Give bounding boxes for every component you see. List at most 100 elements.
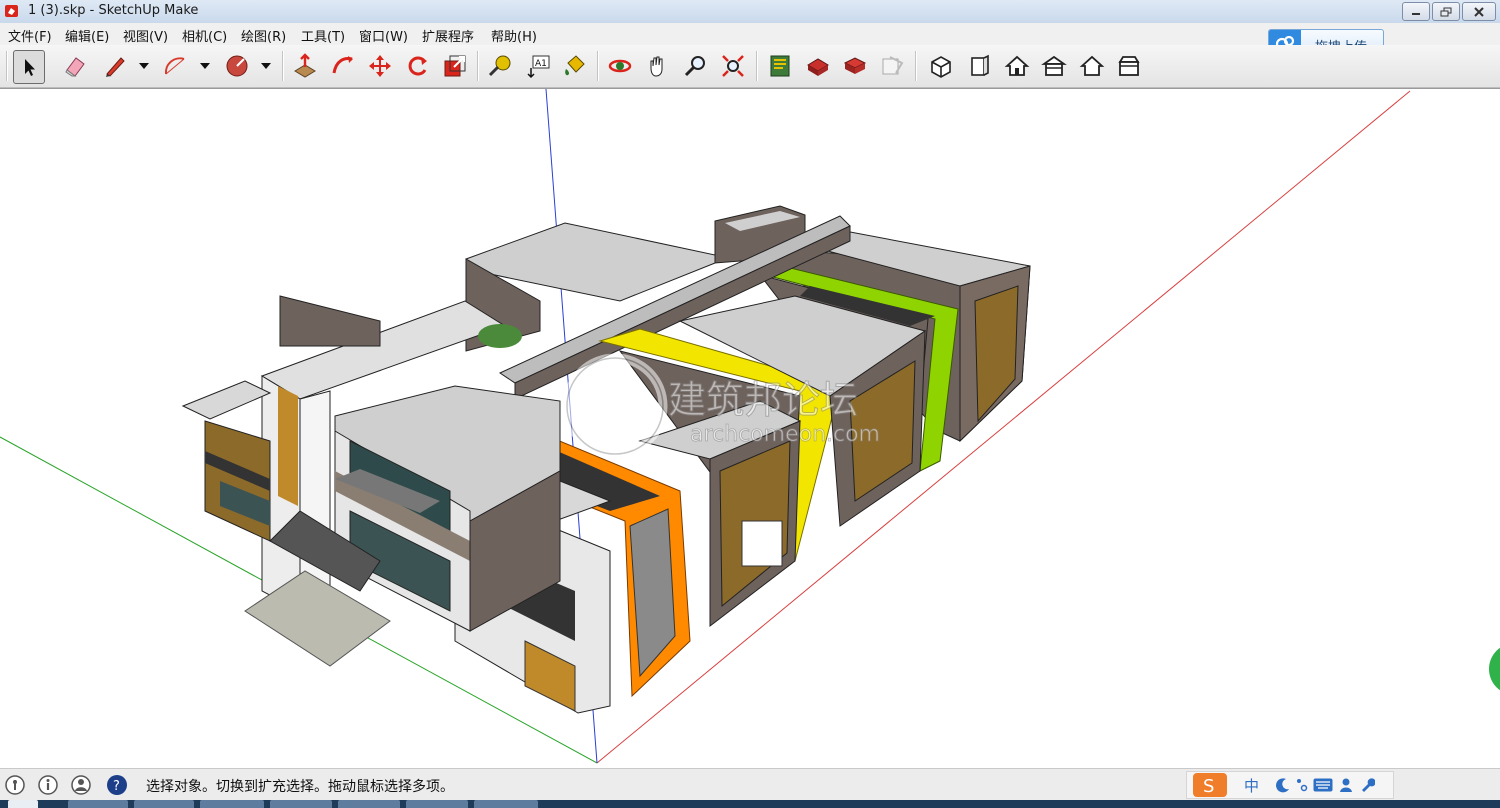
left-view-button[interactable] xyxy=(1114,50,1144,82)
taskbar-item[interactable] xyxy=(270,800,332,808)
model-viewport[interactable]: 建筑邦论坛 archcomeon.com xyxy=(0,88,1500,769)
user-icon xyxy=(1340,778,1352,792)
sogou-ime-icon: S xyxy=(1193,773,1227,797)
keyboard-icon xyxy=(1313,778,1333,792)
warehouse-icon xyxy=(770,55,790,77)
scale-tool-button[interactable] xyxy=(440,50,470,82)
menu-help[interactable]: 帮助(H) xyxy=(491,26,537,45)
rotate-icon xyxy=(408,56,427,76)
orbit-icon xyxy=(608,59,632,73)
wrench-icon xyxy=(1362,778,1375,792)
geo-location-icon[interactable] xyxy=(4,774,26,796)
main-toolbar: A1 xyxy=(0,45,1500,88)
extension-warehouse-button[interactable] xyxy=(803,50,833,82)
taskbar-item[interactable] xyxy=(338,800,400,808)
eraser-tool-button[interactable] xyxy=(60,50,90,82)
start-orb[interactable] xyxy=(8,800,38,808)
minimize-button[interactable] xyxy=(1402,2,1430,21)
front-view-button[interactable] xyxy=(964,50,994,82)
restore-icon xyxy=(1440,7,1452,16)
text-tool-button[interactable]: A1 xyxy=(523,50,553,82)
toolbar-separator xyxy=(597,51,599,81)
sign-in-icon[interactable] xyxy=(70,774,92,796)
top-view-button[interactable] xyxy=(1002,50,1032,82)
svg-text:S: S xyxy=(1203,776,1214,797)
chevron-down-icon xyxy=(139,63,149,69)
back-view-icon xyxy=(1079,55,1105,76)
orbit-tool-button[interactable] xyxy=(605,50,635,82)
ime-toolbar[interactable]: S xyxy=(1186,771,1394,799)
zoom-extents-tool-button[interactable] xyxy=(718,50,748,82)
back-view-button[interactable] xyxy=(1077,50,1107,82)
menu-edit[interactable]: 编辑(E) xyxy=(65,26,109,45)
restore-button[interactable] xyxy=(1432,2,1460,21)
menu-extensions[interactable]: 扩展程序 xyxy=(422,26,474,45)
menu-tools[interactable]: 工具(T) xyxy=(301,26,345,45)
menu-draw[interactable]: 绘图(R) xyxy=(241,26,286,45)
pan-tool-button[interactable] xyxy=(643,50,673,82)
menu-camera[interactable]: 相机(C) xyxy=(182,26,227,45)
floating-green-button[interactable] xyxy=(1489,643,1500,695)
taskbar-item[interactable] xyxy=(406,800,468,808)
line-tool-button[interactable] xyxy=(100,50,130,82)
push-pull-icon xyxy=(294,53,316,78)
left-view-icon xyxy=(1118,56,1140,76)
title-bar: 1 (3).skp - SketchUp Make xyxy=(0,0,1500,24)
tape-measure-icon xyxy=(488,55,511,77)
watermark-url: archcomeon.com xyxy=(690,422,880,447)
taskbar-item[interactable] xyxy=(474,800,538,808)
layout-button[interactable] xyxy=(878,50,908,82)
taskbar-item[interactable] xyxy=(134,800,194,808)
right-view-button[interactable] xyxy=(1039,50,1069,82)
share-model-icon xyxy=(843,57,867,74)
menu-view[interactable]: 视图(V) xyxy=(123,26,168,45)
iso-view-button[interactable] xyxy=(926,50,956,82)
chevron-down-icon xyxy=(261,63,271,69)
follow-me-tool-button[interactable] xyxy=(328,50,358,82)
chevron-down-icon xyxy=(200,63,210,69)
shape-tool-button[interactable] xyxy=(222,50,252,82)
menu-file[interactable]: 文件(F) xyxy=(8,26,52,45)
move-tool-button[interactable] xyxy=(365,50,395,82)
arc-dropdown[interactable] xyxy=(199,58,211,74)
rotate-tool-button[interactable] xyxy=(403,50,433,82)
shape-dropdown[interactable] xyxy=(260,58,272,74)
pan-icon xyxy=(650,56,663,77)
moon-icon xyxy=(1276,778,1289,793)
ime-mode-label[interactable]: 中 xyxy=(1244,775,1259,796)
eraser-icon xyxy=(65,57,85,77)
right-view-icon xyxy=(1041,55,1067,76)
follow-me-icon xyxy=(332,56,353,74)
svg-text:?: ? xyxy=(113,779,120,794)
zoom-extents-icon xyxy=(722,55,744,77)
warehouse-button[interactable] xyxy=(765,50,795,82)
paint-bucket-icon xyxy=(565,55,585,76)
credits-icon[interactable] xyxy=(37,774,59,796)
select-tool-button[interactable] xyxy=(13,50,45,84)
building-model[interactable] xyxy=(181,205,1031,714)
menu-window[interactable]: 窗口(W) xyxy=(359,26,408,45)
front-view-icon xyxy=(971,54,989,76)
text-icon: A1 xyxy=(527,55,550,79)
shape-icon xyxy=(226,55,248,77)
arc-tool-button[interactable] xyxy=(160,50,190,82)
line-dropdown[interactable] xyxy=(138,58,150,74)
toolbar-separator xyxy=(756,51,758,81)
zoom-icon xyxy=(684,56,705,77)
svg-text:A1: A1 xyxy=(535,59,547,69)
help-icon[interactable]: ? xyxy=(106,774,128,796)
zoom-tool-button[interactable] xyxy=(681,50,711,82)
push-pull-tool-button[interactable] xyxy=(290,50,320,82)
taskbar-item[interactable] xyxy=(200,800,264,808)
extension-warehouse-icon xyxy=(807,58,829,76)
toolbar-separator xyxy=(282,51,284,81)
move-icon xyxy=(369,55,391,77)
close-icon xyxy=(1474,6,1484,17)
share-model-button[interactable] xyxy=(840,50,870,82)
tape-measure-tool-button[interactable] xyxy=(485,50,515,82)
taskbar-item[interactable] xyxy=(68,800,128,808)
close-button[interactable] xyxy=(1462,2,1496,21)
paint-bucket-tool-button[interactable] xyxy=(560,50,590,82)
layout-icon xyxy=(882,56,904,75)
sketchup-app-icon xyxy=(5,5,18,17)
